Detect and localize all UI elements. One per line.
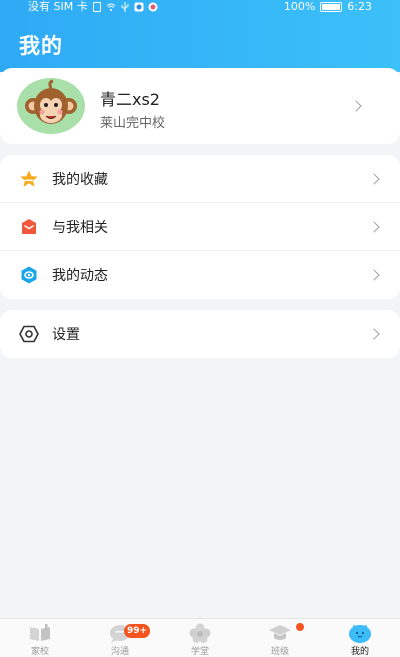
menu-label-activity: 我的动态 — [52, 268, 108, 284]
carrier-text: 没有 SIM 卡 — [28, 0, 88, 13]
menu-label-favorites: 我的收藏 — [52, 171, 108, 188]
clock: 6:23 — [347, 0, 372, 13]
star-icon — [20, 170, 38, 187]
graduation-cap-icon — [269, 625, 291, 640]
menu-item-settings[interactable]: 设置 — [0, 310, 400, 358]
bottom-tab-bar: 家校 沟通 学堂 班级 我的 — [0, 618, 400, 657]
battery-icon — [320, 2, 343, 12]
flower-icon — [189, 623, 211, 643]
chevron-right-icon — [368, 328, 380, 340]
app-notify-icon-2 — [148, 2, 158, 12]
monkey-avatar-icon — [17, 78, 85, 134]
menu-label-settings: 设置 — [52, 327, 80, 343]
tab-goutong[interactable]: 沟通 — [80, 619, 160, 657]
book-icon — [30, 624, 50, 641]
profile-card[interactable]: 青二xs2 莱山完中校 — [0, 68, 400, 144]
smile-face-icon — [349, 625, 371, 643]
tab-xuetang[interactable]: 学堂 — [160, 619, 240, 657]
class-notification-dot — [296, 623, 304, 631]
tab-label: 学堂 — [190, 647, 209, 657]
tab-wode[interactable]: 我的 — [320, 619, 400, 657]
app-notify-icon — [134, 2, 144, 12]
status-bar: 没有 SIM 卡 100% 6:23 — [0, 0, 400, 14]
page-title: 我的 — [19, 34, 63, 58]
tab-banji[interactable]: 班级 — [240, 619, 320, 657]
chevron-right-icon — [350, 100, 362, 112]
profile-school: 莱山完中校 — [100, 116, 166, 131]
chat-unread-badge: 99+ — [124, 624, 151, 638]
tab-label: 班级 — [270, 647, 289, 657]
hexagon-eye-icon — [21, 266, 37, 284]
mail-icon — [22, 218, 36, 234]
sim-icon — [92, 2, 101, 12]
menu-label-related: 与我相关 — [52, 219, 108, 236]
battery-percent: 100% — [283, 0, 316, 13]
menu-group-settings: 设置 — [0, 310, 400, 358]
menu-group-main: 我的收藏 与我相关 我的动态 — [0, 155, 400, 299]
tab-label: 家校 — [30, 647, 49, 657]
gear-icon — [19, 325, 39, 343]
chevron-right-icon — [368, 221, 380, 233]
menu-item-related[interactable]: 与我相关 — [0, 203, 400, 251]
tab-label: 沟通 — [110, 647, 129, 657]
header: 没有 SIM 卡 100% 6:23 我的 — [0, 0, 400, 72]
tab-jiaxiao[interactable]: 家校 — [0, 619, 80, 657]
profile-name: 青二xs2 — [100, 90, 160, 109]
chevron-right-icon — [368, 173, 380, 185]
menu-item-activity[interactable]: 我的动态 — [0, 251, 400, 299]
menu-item-favorites[interactable]: 我的收藏 — [0, 155, 400, 203]
wifi-icon — [106, 3, 116, 11]
chevron-right-icon — [368, 269, 380, 281]
tab-label: 我的 — [350, 647, 369, 657]
usb-icon — [121, 2, 129, 12]
